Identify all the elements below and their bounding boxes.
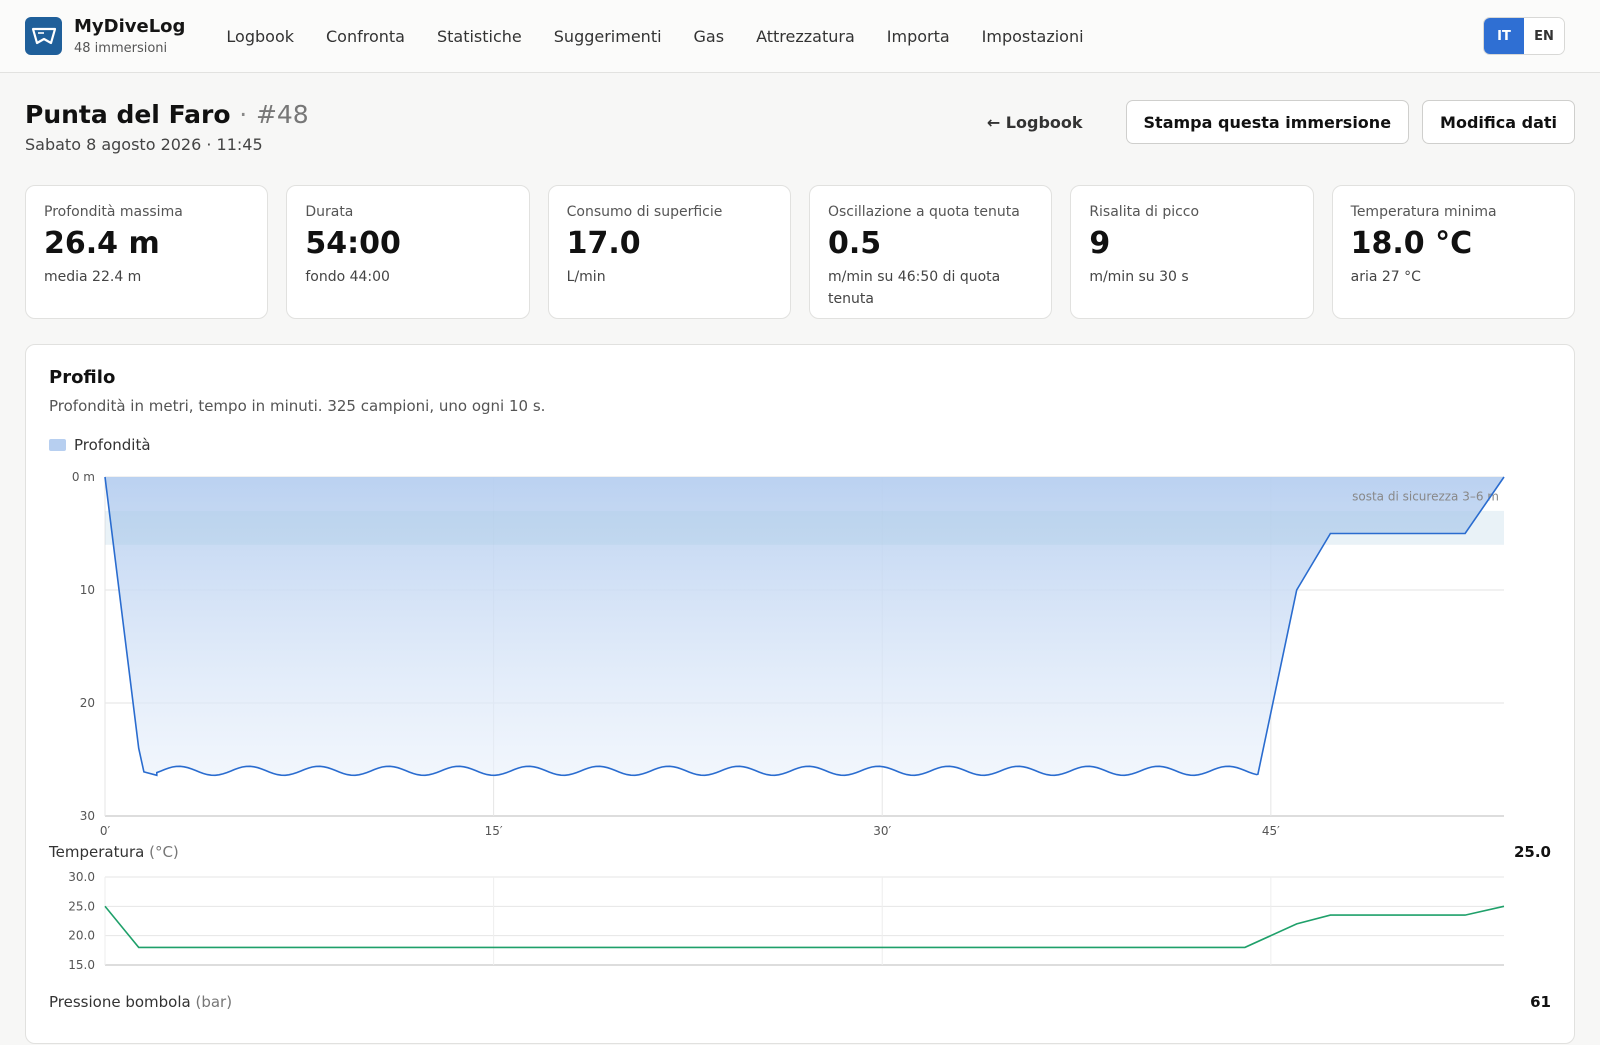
stat-card-min-temp: Temperatura minima 18.0 °C aria 27 °C	[1331, 185, 1575, 319]
nav-importa[interactable]: Importa	[887, 27, 950, 46]
stat-value: 9	[1089, 226, 1111, 261]
nav-statistiche[interactable]: Statistiche	[437, 27, 522, 46]
stat-label: Consumo di superficie	[566, 204, 723, 220]
safety-stop-label: sosta di sicurezza 3–6 m	[1352, 490, 1499, 504]
stat-sub: m/min su 30 s	[1089, 269, 1189, 285]
temperature-line	[104, 905, 1505, 949]
nav-confronta[interactable]: Confronta	[326, 27, 405, 46]
dive-count: 48 immersioni	[74, 41, 168, 56]
stat-sub: L/min	[566, 269, 606, 285]
temperature-label-text: Temperatura	[49, 843, 145, 861]
stat-cards: Profondità massima 26.4 m media 22.4 m D…	[25, 185, 1575, 319]
stat-value: 17.0	[566, 226, 641, 261]
title-separator: ·	[239, 100, 248, 129]
nav-attrezzatura[interactable]: Attrezzatura	[756, 27, 855, 46]
y-tick-label: 20	[80, 696, 95, 710]
language-switch: IT EN	[1483, 17, 1565, 55]
lang-en-button[interactable]: EN	[1524, 18, 1564, 54]
pressure-label-text: Pressione bombola	[49, 993, 191, 1011]
temperature-current: 25.0	[1513, 843, 1551, 861]
stat-card-duration: Durata 54:00 fondo 44:00	[286, 185, 530, 319]
app-name[interactable]: MyDiveLog	[74, 16, 185, 37]
stat-label: Profondità massima	[44, 204, 183, 220]
stat-label: Oscillazione a quota tenuta	[827, 204, 1020, 220]
stat-label: Temperatura minima	[1350, 204, 1497, 220]
stat-value: 18.0 °C	[1350, 226, 1473, 261]
stat-sub: aria 27 °C	[1350, 269, 1421, 285]
dive-actions: ← Logbook Stampa questa immersione Modif…	[987, 100, 1575, 144]
pressure-unit: (bar)	[195, 993, 233, 1011]
x-tick-label: 45′	[1262, 824, 1280, 838]
nav-impostazioni[interactable]: Impostazioni	[982, 27, 1084, 46]
y-tick-label: 10	[80, 583, 95, 597]
stat-value: 26.4 m	[44, 226, 160, 261]
stat-label: Risalita di picco	[1089, 204, 1200, 220]
dive-number: #48	[255, 100, 309, 129]
nav-logbook[interactable]: Logbook	[226, 27, 294, 46]
temp-y-tick-label: 15.0	[68, 958, 95, 972]
back-to-logbook-link[interactable]: ← Logbook	[987, 113, 1083, 132]
stat-sub: fondo 44:00	[305, 269, 390, 285]
stat-value: 54:00	[305, 226, 401, 261]
dive-mask-icon[interactable]	[25, 17, 62, 55]
print-dive-button[interactable]: Stampa questa immersione	[1125, 100, 1410, 144]
x-tick-label: 0′	[100, 824, 111, 838]
stat-card-peak-ascent: Risalita di picco 9 m/min su 30 s	[1070, 185, 1314, 319]
temp-y-tick-label: 30.0	[68, 870, 95, 884]
dive-header: Punta del Faro · #48 Sabato 8 agosto 202…	[25, 100, 1575, 160]
stat-label: Durata	[305, 204, 354, 220]
y-tick-label: 0 m	[72, 470, 95, 484]
nav-gas[interactable]: Gas	[694, 27, 725, 46]
pressure-current: 61	[1530, 993, 1551, 1011]
lang-it-button[interactable]: IT	[1484, 18, 1524, 54]
brand: MyDiveLog 48 immersioni	[74, 16, 185, 56]
temperature-label: Temperatura (°C)	[49, 843, 179, 861]
edit-dive-button[interactable]: Modifica dati	[1422, 100, 1575, 144]
nav-suggerimenti[interactable]: Suggerimenti	[554, 27, 662, 46]
stat-value: 0.5	[827, 226, 882, 261]
x-tick-label: 30′	[873, 824, 891, 838]
safety-stop-band	[105, 510, 1504, 545]
stat-card-max-depth: Profondità massima 26.4 m media 22.4 m	[25, 185, 269, 319]
stat-card-oscillation: Oscillazione a quota tenuta 0.5 m/min su…	[808, 185, 1053, 319]
x-tick-label: 15′	[485, 824, 503, 838]
top-bar: MyDiveLog 48 immersioni Logbook Confront…	[0, 0, 1600, 73]
temp-y-tick-label: 20.0	[68, 929, 95, 943]
stat-card-sac: Consumo di superficie 17.0 L/min	[547, 185, 791, 319]
dive-site: Punta del Faro	[25, 100, 231, 129]
profile-panel: Profilo Profondità in metri, tempo in mi…	[25, 344, 1575, 1044]
y-tick-label: 30	[80, 809, 95, 823]
stat-sub: m/min su 46:50 di quota tenuta	[827, 269, 1001, 307]
temperature-unit: (°C)	[149, 843, 179, 861]
profile-charts[interactable]: 0 m 10 20 30 0′ 15′ 30′ 45′ sosta di sicurezza 3…	[26, 345, 1576, 1045]
stat-sub: media 22.4 m	[44, 269, 142, 285]
pressure-label: Pressione bombola (bar)	[49, 993, 232, 1011]
temp-y-tick-label: 25.0	[68, 899, 95, 913]
main-nav: Logbook Confronta Statistiche Suggerimen…	[226, 27, 1115, 46]
